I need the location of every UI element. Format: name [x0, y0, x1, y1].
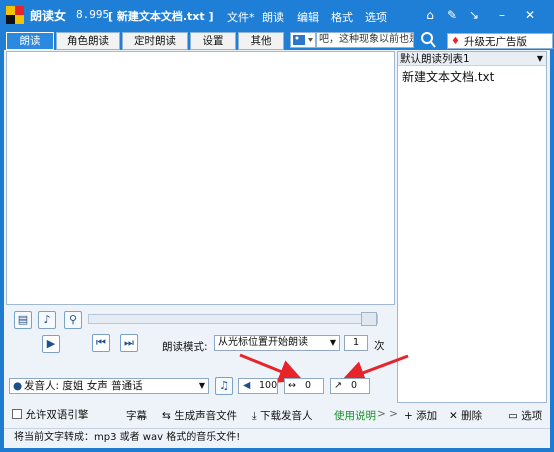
- speed-control[interactable]: ↔ 0: [284, 378, 324, 394]
- convert-icon: ⇆: [162, 410, 171, 422]
- delete-label: 删除: [461, 410, 483, 422]
- speaker-icon: ◀: [243, 380, 251, 391]
- pitch-value: 0: [351, 380, 358, 391]
- bilingual-label: 允许双语引擎: [25, 409, 89, 421]
- more-button[interactable]: > >: [377, 408, 398, 420]
- generate-audio-button[interactable]: ⇆ 生成声音文件: [162, 408, 237, 423]
- add-label: 添加: [416, 410, 438, 422]
- voice-wave-icon[interactable]: ♫: [215, 377, 233, 395]
- subtitle-button[interactable]: 字幕: [126, 408, 147, 423]
- checkbox[interactable]: [12, 409, 22, 419]
- list-options-label: 选项: [521, 410, 543, 422]
- delete-button[interactable]: ✕ 删除: [449, 408, 482, 423]
- download-voice-button[interactable]: ⤓ 下载发音人: [252, 408, 313, 423]
- download-icon: ⤓: [252, 410, 257, 422]
- close-icon: ✕: [449, 410, 458, 422]
- user-icon: ●: [13, 380, 23, 392]
- voice-value: 度姐 女声 普通话: [62, 380, 143, 392]
- arrow-to-pitch: [340, 354, 409, 385]
- volume-value: 100: [259, 380, 278, 391]
- status-bar: 将当前文字转成：mp3 或者 wav 格式的音乐文件!: [4, 428, 550, 448]
- chevron-down-icon: ▼: [198, 381, 205, 390]
- generate-audio-label: 生成声音文件: [174, 410, 238, 422]
- bilingual-toggle[interactable]: 允许双语引擎: [12, 407, 88, 422]
- pitch-icon: ↗: [334, 380, 342, 391]
- voice-label: 发音人:: [24, 380, 60, 392]
- download-voice-label: 下载发音人: [260, 410, 313, 422]
- usage-link[interactable]: 使用说明: [334, 408, 376, 423]
- pitch-control[interactable]: ↗ 0: [330, 378, 370, 394]
- plus-icon: +: [404, 410, 413, 422]
- list-options-button[interactable]: ▭ 选项: [508, 408, 542, 423]
- voice-select[interactable]: ● 发音人: 度姐 女声 普通话 ▼: [9, 378, 209, 394]
- speed-value: 0: [305, 380, 312, 391]
- arrow-to-speed: [239, 353, 304, 383]
- volume-control[interactable]: ◀ 100: [238, 378, 278, 394]
- window-icon: ▭: [508, 410, 518, 422]
- speed-icon: ↔: [288, 380, 296, 391]
- add-button[interactable]: + 添加: [404, 408, 437, 423]
